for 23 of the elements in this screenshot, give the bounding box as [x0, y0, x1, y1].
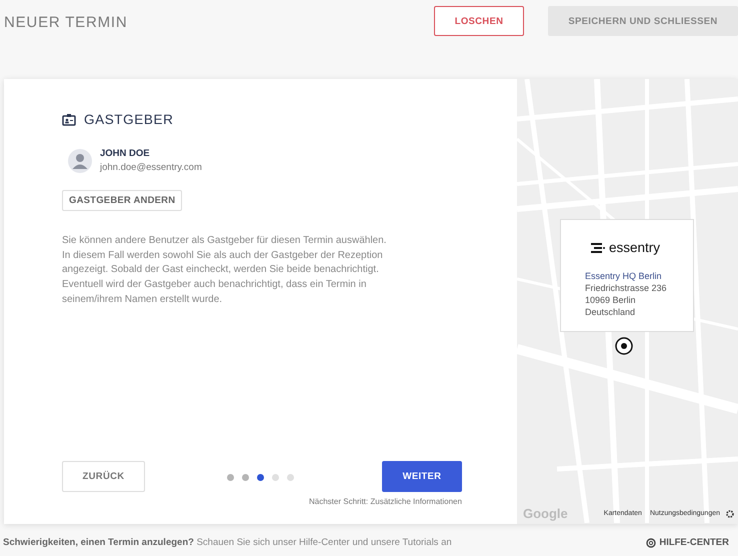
- help-center-link[interactable]: HILFE-CENTER: [646, 537, 729, 548]
- next-step-text: Nächster Schritt: Zusätzliche Informationen: [309, 497, 462, 506]
- change-host-button[interactable]: GASTGEBER ANDERN: [62, 190, 182, 211]
- section-heading: GASTGEBER: [84, 112, 174, 127]
- settings-icon[interactable]: [726, 510, 734, 518]
- id-badge-icon: [62, 113, 76, 126]
- address-line: 10969 Berlin: [585, 295, 637, 305]
- back-button[interactable]: ZURÜCK: [62, 461, 145, 492]
- lifebuoy-icon: [646, 538, 656, 548]
- description-text: Sie können andere Benutzer als Gastgeber für diesen Termin auswählen. In diesem Fall werden sowohl Sie als auch der Gastgeber der Rezeption angezeigt. Sobald der Gast eincheckt, werden Sie beide benachrichtigt. Eventuell wird der Gastgeber auch benachrichtigt, dass ein Termin in seinem/ihrem Namen erstellt wurde.: [62, 234, 388, 307]
- logo-text: essentry: [609, 240, 660, 255]
- logo-icon: [591, 242, 605, 252]
- host-name: JOHN DOE: [100, 148, 151, 159]
- page-title: NEUER TERMIN: [4, 12, 128, 30]
- delete-button[interactable]: LOSCHEN: [434, 6, 524, 36]
- next-button[interactable]: WEITER: [382, 461, 462, 492]
- avatar-icon: [68, 148, 92, 172]
- location-name: Essentry HQ Berlin: [585, 271, 663, 281]
- address-line: Friedrichstrasse 236: [585, 283, 668, 293]
- address-line: Deutschland: [585, 307, 636, 317]
- help-text: Schwierigkeiten, einen Termin anzulegen? Schauen Sie sich unser Hilfe-Center und unsere Tutorials an: [3, 537, 453, 548]
- location-pin-icon: [615, 337, 633, 355]
- host-email: john.doe@essentry.com: [100, 162, 202, 173]
